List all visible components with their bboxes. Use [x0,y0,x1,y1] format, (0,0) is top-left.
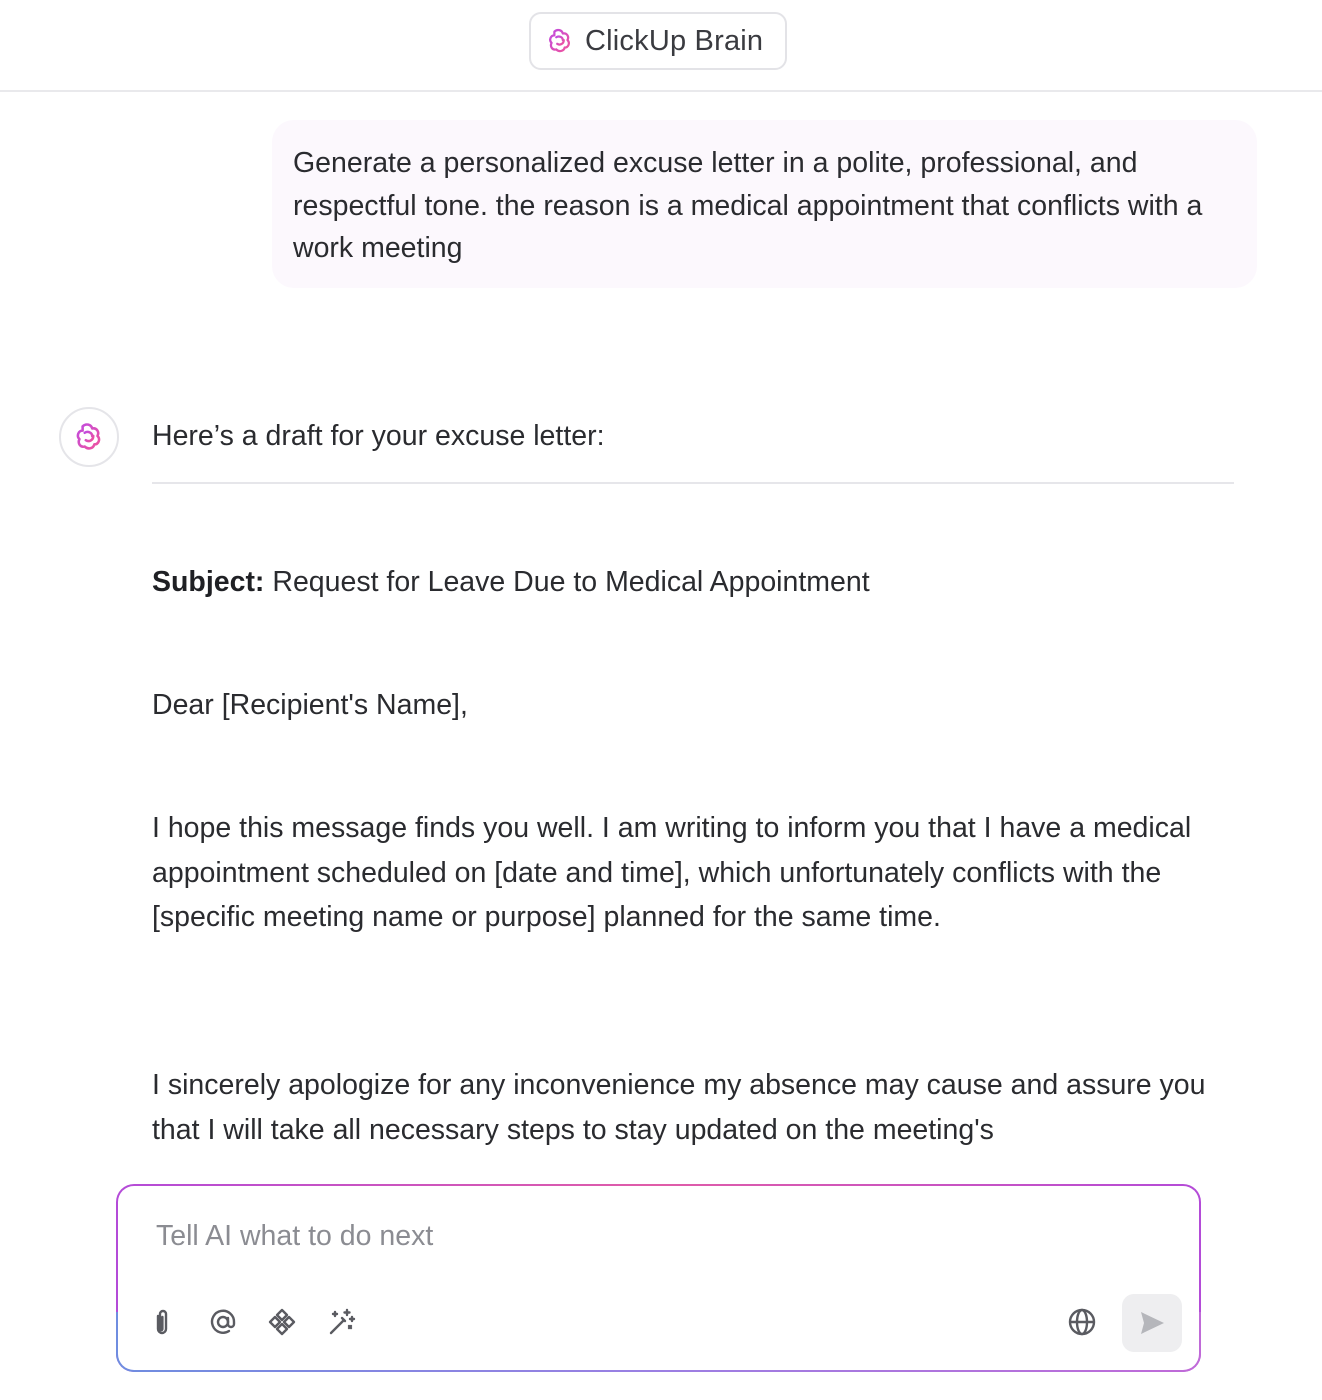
app-title: ClickUp Brain [585,24,764,57]
ai-actions-button[interactable] [323,1304,359,1340]
brain-icon [549,28,570,53]
paperclip-icon [156,1309,168,1335]
clickup-brain-chat: ClickUp Brain Generate a personalized ex… [0,0,1322,1400]
send-button[interactable] [1122,1294,1182,1352]
user-message-text: Generate a personalized excuse letter in… [293,147,1203,264]
letter-paragraph-2: I sincerely apologize for any inconvenie… [152,1069,1206,1146]
letter-greeting: Dear [Recipient's Name], [152,689,468,721]
subject-text: Request for Leave Due to Medical Appoint… [272,566,870,598]
brain-title-button[interactable]: ClickUp Brain [529,12,787,70]
brain-icon [76,423,101,450]
web-search-button[interactable] [1064,1304,1100,1340]
integrations-button[interactable] [264,1304,300,1340]
divider [152,482,1234,484]
ai-prompt-input[interactable] [156,1216,1056,1256]
attach-button[interactable] [146,1304,182,1340]
mention-button[interactable] [205,1304,241,1340]
subject-label: Subject: [152,566,265,598]
magic-wand-icon [329,1308,356,1335]
globe-icon [1068,1308,1096,1336]
integrations-icon [268,1308,296,1336]
ai-intro-text: Here’s a draft for your excuse letter: [152,420,605,452]
at-mention-icon [210,1309,236,1334]
letter-subject: Subject: Request for Leave Due to Medica… [152,560,1242,605]
send-icon [1141,1312,1164,1334]
user-message-bubble: Generate a personalized excuse letter in… [272,120,1257,288]
ai-avatar [59,407,119,467]
composer [116,1184,1201,1372]
header: ClickUp Brain [0,0,1322,92]
composer-body [118,1186,1199,1370]
letter-paragraph-1: I hope this message finds you well. I am… [152,812,1192,933]
